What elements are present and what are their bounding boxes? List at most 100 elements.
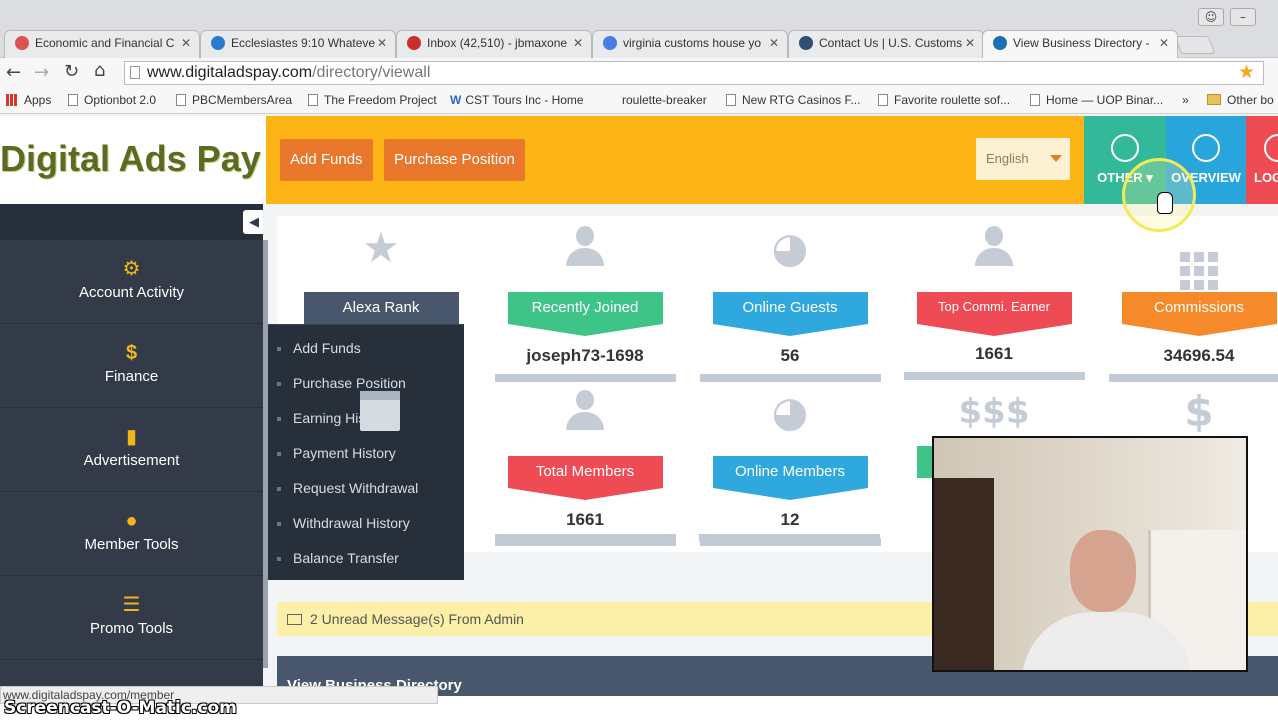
submenu-balance-transfer[interactable]: Balance Transfer [277,550,399,566]
tab-favicon-icon [993,36,1007,50]
dollar-icon: $ [125,342,138,364]
sidebar-item-promo-tools[interactable]: ☰ Promo Tools [0,576,263,660]
purchase-position-button[interactable]: Purchase Position [384,139,525,181]
windows-icon [1111,134,1139,162]
stat-online-guests: ◕ Online Guests 56 [699,224,881,382]
stat-value: 1661 [566,510,604,529]
browser-tab[interactable]: Inbox (42,510) - jbmaxone ✕ [396,30,592,58]
webcam-overlay [932,436,1248,672]
bookmark-apps[interactable]: Apps [6,93,51,107]
google-icon [603,36,617,50]
bookmark-item[interactable]: Favorite roulette sof... [878,93,1010,107]
collapse-sidebar-button[interactable]: ◀ [243,210,265,234]
bookmark-star-icon[interactable]: ★ [1238,61,1255,84]
add-funds-button[interactable]: Add Funds [280,139,373,181]
bookmarks-bar: Apps Optionbot 2.0 PBCMembersArea The Fr… [0,88,1278,114]
gmail-icon [407,36,421,50]
stat-label: Total Members [507,456,663,500]
stat-earnings-partial: $$$ [903,388,1085,436]
forward-icon[interactable]: → [34,62,49,83]
more-bookmarks-button[interactable]: » [1182,93,1189,107]
browser-tab[interactable]: Ecclesiastes 9:10 Whateve ✕ [200,30,396,58]
divider [494,374,676,382]
chevron-down-icon [1050,155,1062,162]
sidebar-header [0,204,263,240]
divider [1108,374,1278,382]
close-icon[interactable]: ✕ [1159,36,1169,50]
site-logo[interactable]: Digital Ads Pay [0,138,261,180]
w-icon: W [450,93,462,107]
dollar-icon: $ [1184,387,1214,436]
user-icon[interactable]: ☺ [1198,8,1224,26]
stat-balance-partial: $ [1108,388,1278,436]
page-icon [68,94,78,106]
stat-online-members: ◕ Online Members 12 [699,388,881,546]
browser-tab[interactable]: virginia customs house yo ✕ [592,30,788,58]
bookmark-item[interactable]: New RTG Casinos F... [726,93,860,107]
browser-tab-active[interactable]: View Business Directory - ✕ [982,30,1178,58]
stat-label: Top Commi. Earner [916,292,1072,336]
bookmark-item[interactable]: roulette-breaker [622,93,707,107]
globe-icon: ◕ [771,223,809,272]
close-icon[interactable]: ✕ [573,36,583,50]
submenu-payment-history[interactable]: Payment History [277,445,396,461]
stat-label: Online Guests [712,292,868,336]
user-icon [1192,134,1220,162]
stat-label: Alexa Rank [303,292,459,336]
stat-value: 12 [780,510,800,529]
page-icon [726,94,736,106]
stat-alexa-rank: ★ Alexa Rank [290,223,472,336]
nav-logout[interactable]: LOG [1246,116,1278,204]
browser-tab[interactable]: Contact Us | U.S. Customs ✕ [788,30,984,58]
close-icon[interactable]: ✕ [965,36,975,50]
file-icon: ▮ [125,426,137,448]
back-icon[interactable]: ← [6,62,21,83]
stat-total-members: Total Members 1661 [494,388,676,546]
sidebar-item-account-activity[interactable]: ⚙ Account Activity [0,240,263,324]
apps-icon [6,94,18,106]
submenu-withdrawal-history[interactable]: Withdrawal History [277,515,410,531]
close-icon[interactable]: ✕ [377,36,387,50]
submenu-request-withdrawal[interactable]: Request Withdrawal [276,480,418,496]
sidebar-item-advertisement[interactable]: ▮ Advertisement [0,408,263,492]
bookmark-item[interactable]: PBCMembersArea [176,93,292,107]
home-icon[interactable]: ⌂ [94,60,105,81]
bookmark-item[interactable]: The Freedom Project [308,93,437,107]
dollars-icon: $$$ [958,392,1030,432]
submenu-earning-history[interactable]: Earning His [276,410,365,426]
user-icon [563,224,607,268]
stat-value: 34696.54 [1163,346,1235,365]
address-bar[interactable]: www.digitaladspay.com/directory/viewall [124,61,1264,85]
stat-value[interactable]: joseph73-1698 [494,346,676,366]
submenu-add-funds[interactable]: Add Funds [277,340,361,356]
bookmark-item[interactable]: Optionbot 2.0 [68,93,156,107]
list-icon: ☰ [122,594,141,616]
new-tab-button[interactable] [1174,36,1216,54]
page-icon [308,94,318,106]
stat-label: Commissions [1121,292,1277,336]
sidebar-item-member-tools[interactable]: ● Member Tools [0,492,263,576]
user-icon [563,388,607,432]
folder-icon [1207,94,1221,105]
calendar-icon [360,391,400,431]
bookmark-item[interactable]: Home — UOP Binar... [1030,93,1163,107]
star-icon: ★ [362,223,400,272]
bookmark-folder[interactable]: Other bo [1207,93,1274,107]
divider [699,374,881,382]
submenu-purchase-position[interactable]: Purchase Position [277,375,406,391]
bookmark-item[interactable]: W CST Tours Inc - Home [450,93,584,107]
sidebar-item-finance[interactable]: $ Finance [0,324,263,408]
close-icon[interactable]: ✕ [181,36,191,50]
page-icon [130,66,140,79]
minimize-icon[interactable]: – [1230,8,1256,26]
globe-icon: ◕ [771,387,809,436]
sidebar-scrollbar[interactable] [263,240,268,668]
language-select[interactable]: English [976,138,1070,180]
webcam-person-head [1070,530,1136,612]
finance-submenu: Add Funds Purchase Position Earning His … [267,324,464,580]
reload-icon[interactable]: ↻ [64,61,79,82]
close-icon[interactable]: ✕ [769,36,779,50]
tab-favicon-icon [15,36,29,50]
tab-favicon-icon [211,36,225,50]
browser-tab[interactable]: Economic and Financial C ✕ [4,30,200,58]
